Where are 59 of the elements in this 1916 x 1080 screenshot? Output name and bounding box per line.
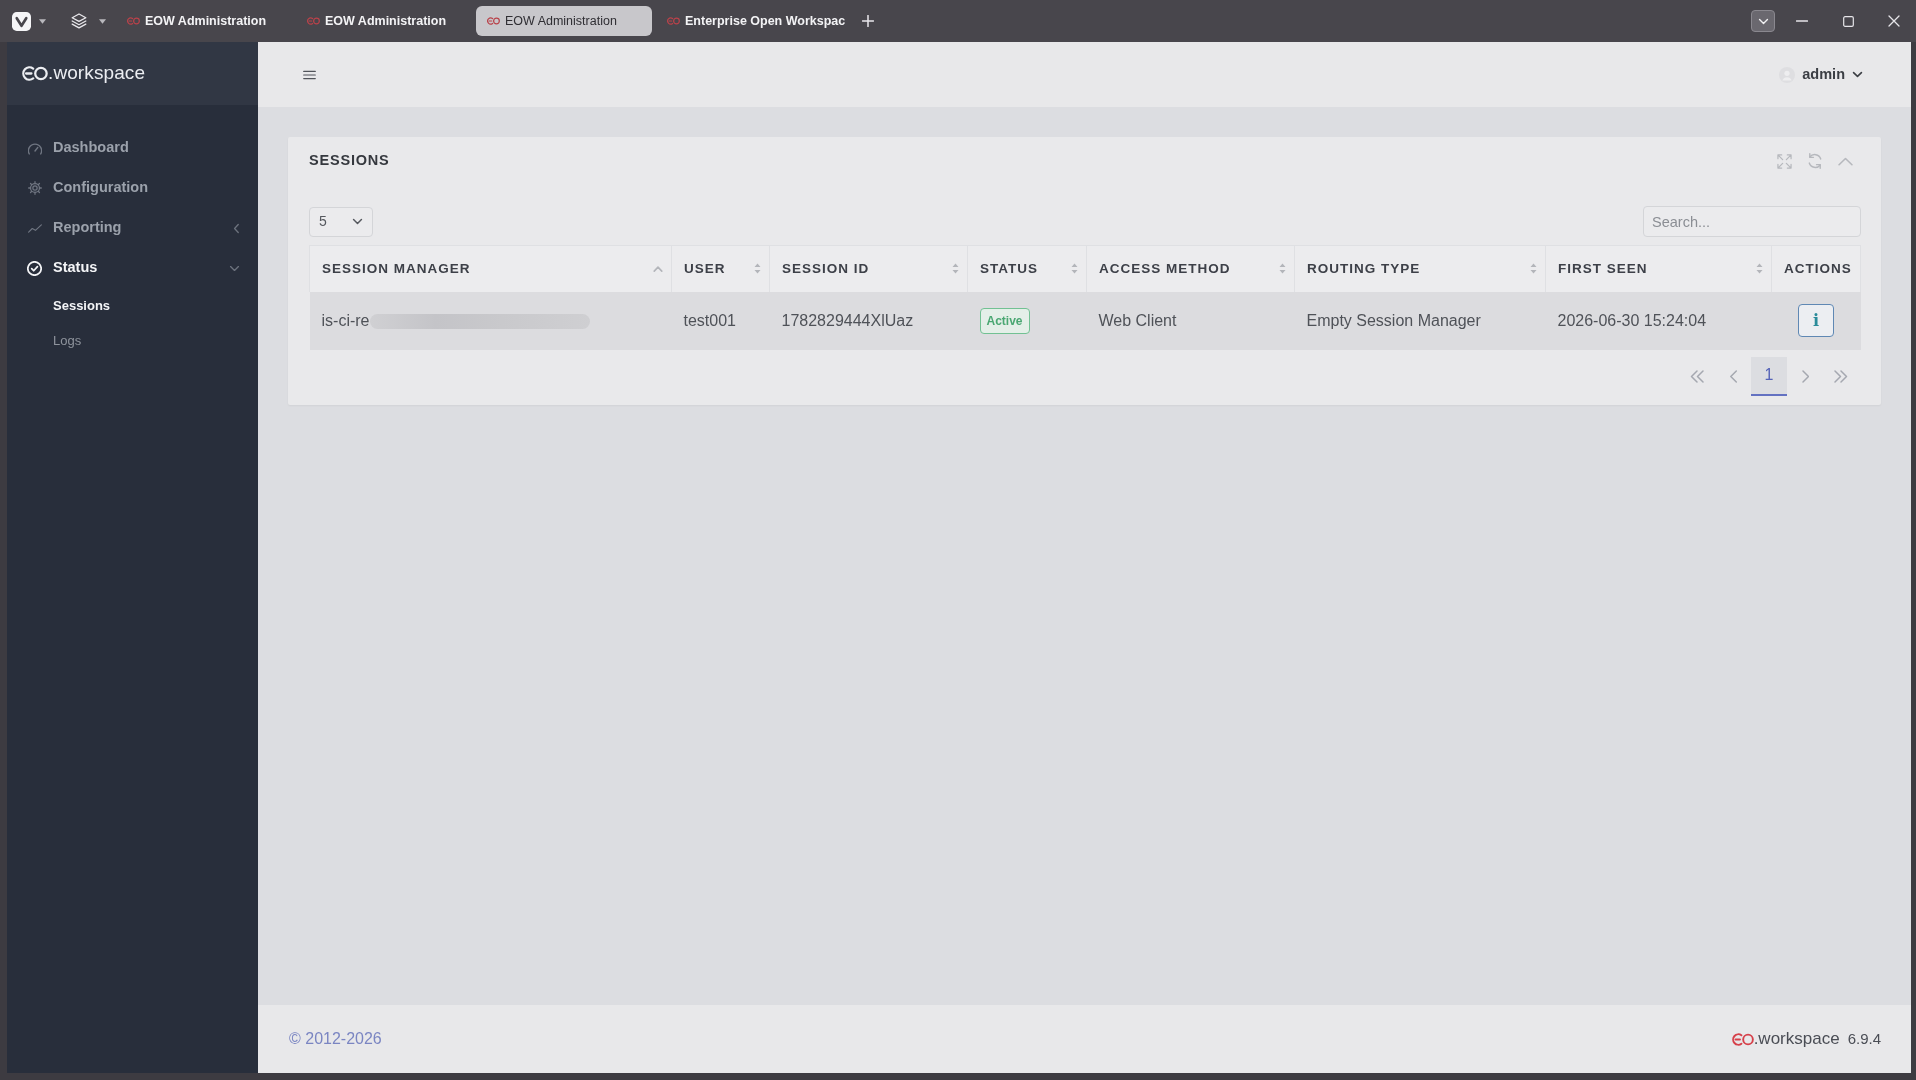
logo-icon [127, 17, 140, 25]
column-header[interactable]: ROUTING TYPE [1294, 245, 1546, 292]
logo-icon [307, 17, 320, 25]
sidebar-item[interactable]: Reporting [7, 208, 258, 248]
app-logo-icon[interactable] [12, 11, 31, 31]
logo-icon [487, 17, 500, 25]
browser-tab[interactable]: Enterprise Open Workspac [656, 6, 854, 36]
card-title: SESSIONS [309, 151, 390, 171]
column-header: ACTIONS [1771, 245, 1861, 292]
search-field[interactable]: Search... [1643, 206, 1861, 237]
tab-list-button[interactable] [1751, 10, 1775, 32]
table-cell: Empty Session Manager [1294, 291, 1546, 350]
double-chevron-left-icon [1690, 369, 1704, 383]
sidebar-subitem[interactable]: Logs [7, 323, 258, 358]
chevron-down-icon [1852, 71, 1863, 78]
minimize-icon [1796, 20, 1808, 22]
column-header[interactable]: USER [671, 245, 770, 292]
chevron-down-icon [1757, 17, 1769, 25]
layers-icon[interactable] [71, 13, 87, 29]
chevron-down-icon [352, 218, 363, 225]
gauge-icon [27, 141, 42, 155]
sidebar-item[interactable]: Status [7, 248, 258, 288]
column-header[interactable]: SESSION MANAGER [309, 245, 672, 292]
table-cell: Web Client [1086, 291, 1295, 350]
chevron-right-icon [1801, 369, 1809, 383]
column-header[interactable]: ACCESS METHOD [1086, 245, 1295, 292]
menu-icon [303, 69, 316, 80]
column-header[interactable]: SESSION ID [769, 245, 968, 292]
sidebar-item[interactable]: Configuration [7, 168, 258, 208]
chevron-left-icon [1729, 369, 1737, 383]
maximize-icon [1842, 15, 1854, 27]
brand-name: .workspace [48, 61, 146, 86]
page-size-select[interactable]: 5 [309, 206, 373, 237]
logo-icon [667, 17, 680, 25]
version-text: 6.9.4 [1847, 1028, 1881, 1049]
table-cell: is-ci-re [321, 311, 370, 329]
gear-icon [27, 181, 42, 195]
table-cell: test001 [671, 291, 770, 350]
browser-tab[interactable]: EOW Administration [116, 6, 292, 36]
sidebar-item[interactable]: Dashboard [7, 128, 258, 168]
sidebar-subitem[interactable]: Sessions [7, 288, 258, 323]
logo-mark-icon [1731, 1032, 1754, 1046]
browser-tab[interactable]: EOW Administration [476, 6, 652, 36]
page-button[interactable]: 1 [1751, 356, 1787, 396]
caret-icon[interactable] [99, 18, 106, 24]
caret-icon[interactable] [39, 18, 46, 24]
column-header[interactable]: FIRST SEEN [1545, 245, 1772, 292]
logo-mark-icon [22, 66, 48, 81]
trend-line-icon [27, 223, 42, 233]
new-tab-icon[interactable] [862, 15, 875, 27]
table-cell: 2026-06-30 15:24:04 [1545, 291, 1772, 350]
close-icon [1888, 15, 1900, 27]
user-menu[interactable]: admin [1779, 63, 1863, 86]
table-cell: 1782829444XlUaz [769, 291, 968, 350]
browser-tab[interactable]: EOW Administration [296, 6, 472, 36]
column-header[interactable]: STATUS [967, 245, 1087, 292]
double-chevron-right-icon [1834, 369, 1848, 383]
status-badge: Active [979, 307, 1030, 334]
brand-name: .workspace [1753, 1028, 1840, 1051]
